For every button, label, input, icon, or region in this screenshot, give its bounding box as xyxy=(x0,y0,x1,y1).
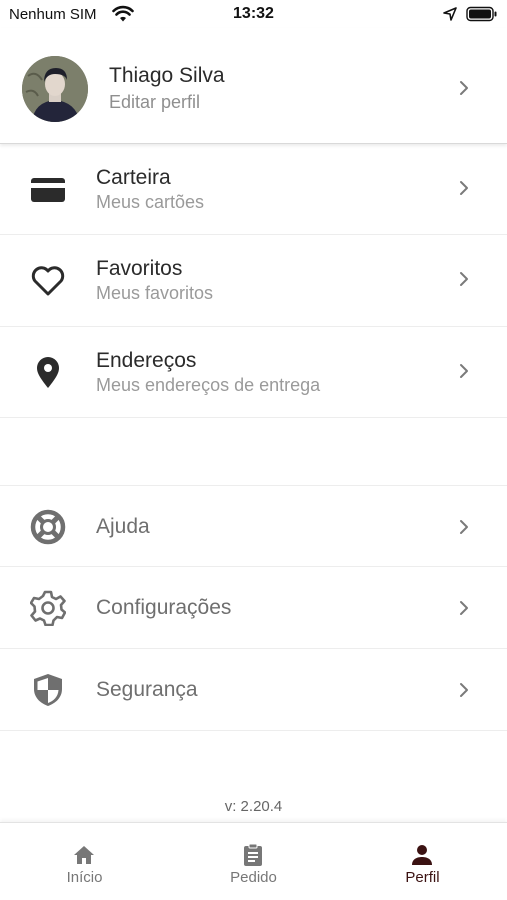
profile-name: Thiago Silva xyxy=(109,64,225,87)
profile-header[interactable]: Thiago Silva Editar perfil xyxy=(0,28,507,144)
menu-item-title: Segurança xyxy=(96,678,198,701)
clipboard-icon xyxy=(244,843,262,866)
chevron-right-icon xyxy=(460,364,468,378)
tab-label: Início xyxy=(66,869,103,886)
app-version: v: 2.20.4 xyxy=(224,798,283,815)
tab-perfil[interactable]: Perfil xyxy=(338,823,507,900)
lifebuoy-icon xyxy=(30,509,66,545)
menu-item-title: Endereços xyxy=(96,349,197,372)
tab-pedido[interactable]: Pedido xyxy=(169,823,338,900)
tab-bar: Início Pedido Perfil xyxy=(0,822,507,900)
menu-item-carteira[interactable]: Carteira Meus cartões xyxy=(0,144,507,235)
person-icon xyxy=(412,845,432,865)
clock: 13:32 xyxy=(233,5,274,22)
edit-profile-link[interactable]: Editar perfil xyxy=(109,92,200,113)
tab-label: Perfil xyxy=(405,869,440,886)
menu-item-enderecos[interactable]: Endereços Meus endereços de entrega xyxy=(0,327,507,418)
menu-item-title: Ajuda xyxy=(96,515,150,538)
avatar-image xyxy=(22,56,88,122)
chevron-right-icon xyxy=(460,520,468,534)
heart-icon xyxy=(31,266,65,296)
menu-item-title: Carteira xyxy=(96,166,171,189)
location-pin-icon xyxy=(37,357,59,388)
tab-inicio[interactable]: Início xyxy=(0,823,169,900)
battery-icon xyxy=(466,6,497,22)
shield-icon xyxy=(34,674,62,706)
menu-item-ajuda[interactable]: Ajuda xyxy=(0,485,507,567)
menu-item-subtitle: Meus cartões xyxy=(96,192,205,212)
chevron-right-icon xyxy=(460,272,468,286)
location-arrow-icon xyxy=(443,7,457,21)
menu-item-subtitle: Meus endereços de entrega xyxy=(96,375,321,395)
menu-item-favoritos[interactable]: Favoritos Meus favoritos xyxy=(0,235,507,327)
menu-item-seguranca[interactable]: Segurança xyxy=(0,649,507,731)
menu-item-title: Configurações xyxy=(96,596,232,619)
tab-label: Pedido xyxy=(230,869,277,886)
home-icon xyxy=(74,846,94,864)
gear-icon xyxy=(30,590,66,626)
chevron-right-icon xyxy=(460,81,468,95)
chevron-right-icon xyxy=(460,601,468,615)
menu-item-title: Favoritos xyxy=(96,257,183,280)
card-icon xyxy=(31,178,65,202)
avatar[interactable] xyxy=(22,56,88,122)
status-bar: Nenhum SIM 13:32 xyxy=(0,0,507,28)
menu-item-configuracoes[interactable]: Configurações xyxy=(0,567,507,649)
chevron-right-icon xyxy=(460,181,468,195)
chevron-right-icon xyxy=(460,683,468,697)
menu-item-subtitle: Meus favoritos xyxy=(96,283,214,303)
